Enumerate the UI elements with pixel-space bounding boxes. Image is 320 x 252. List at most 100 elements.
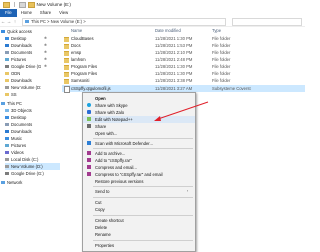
- tab-file[interactable]: File: [0, 9, 17, 17]
- column-header-date[interactable]: Date modified: [155, 28, 181, 33]
- sidebar-item-google-drive[interactable]: Google Drive (G: [5, 63, 41, 70]
- tab-view[interactable]: View: [55, 9, 72, 17]
- zalo-icon: [87, 110, 91, 115]
- up-button[interactable]: ↑: [12, 19, 18, 24]
- sidebar-item-downloads[interactable]: Downloads: [5, 42, 32, 49]
- menu-item-label: Add to "cSSpffy.rar": [95, 157, 132, 163]
- sidebar-item-label: Downloads: [11, 129, 32, 134]
- sidebar-item-label: This PC: [7, 101, 22, 106]
- file-row[interactable]: CloudBases 11/28/2021 1:30 PM File folde…: [62, 35, 305, 42]
- file-type: File folder: [212, 64, 231, 69]
- sidebar-item-desktop-2[interactable]: Desktop: [5, 114, 26, 121]
- file-row[interactable]: Program Files 11/28/2021 1:30 PM File fo…: [62, 63, 305, 70]
- menu-separator: [93, 197, 193, 198]
- sidebar-item-this-pc[interactable]: This PC: [1, 100, 22, 107]
- properties-quick-icon[interactable]: [18, 1, 26, 8]
- file-row[interactable]: lamhsm 11/28/2021 2:48 PM File folder: [62, 56, 305, 63]
- sidebar-item-local-disk-c[interactable]: Local Disk (C:): [5, 156, 38, 163]
- sidebar-item-pictures[interactable]: Pictures: [5, 56, 26, 63]
- menu-item-delete[interactable]: Delete: [83, 224, 195, 231]
- winrar-icon: [87, 151, 91, 156]
- sidebar-item-label: Desktop: [11, 36, 27, 41]
- file-row[interactable]: Program Files 11/28/2021 1:30 PM File fo…: [62, 70, 305, 77]
- sidebar-item-new-volume-d-selected[interactable]: New Volume (D:): [5, 163, 60, 170]
- address-field[interactable]: This PC > New Volume (E:) >: [22, 17, 226, 26]
- file-name: Samsoniti: [71, 78, 90, 83]
- menu-item-create-shortcut[interactable]: Create shortcut: [83, 217, 195, 224]
- file-type: File folder: [212, 57, 231, 62]
- menu-item-add-archive[interactable]: Add to archive...: [83, 150, 195, 157]
- sidebar-item-documents-2[interactable]: Documents: [5, 121, 32, 128]
- tab-home[interactable]: Home: [17, 9, 36, 17]
- folder-icon: [64, 78, 69, 84]
- drive-icon: [5, 171, 9, 176]
- menu-item-label: Share: [95, 123, 107, 129]
- sidebar-item-downloads-2[interactable]: Downloads: [5, 77, 32, 84]
- file-list-header: Name Date modified Type: [62, 28, 305, 34]
- column-header-name[interactable]: Name: [71, 28, 82, 33]
- sidebar-item-ss[interactable]: SS: [5, 91, 17, 98]
- chevron-right-icon: ›: [187, 189, 189, 194]
- menu-item-scan-defender[interactable]: Scan with Microsoft Defender...: [83, 140, 195, 147]
- sidebar-item-3d-objects[interactable]: 3D Objects: [5, 107, 32, 114]
- download-icon: [5, 129, 9, 134]
- sidebar-item-pictures-2[interactable]: Pictures: [5, 142, 26, 149]
- sidebar-item-documents[interactable]: Documents: [5, 49, 32, 56]
- annotation-arrow: [154, 101, 209, 121]
- drive-icon: [5, 85, 9, 90]
- script-file-icon: [64, 86, 70, 93]
- sidebar-item-quick-access[interactable]: Quick access: [1, 28, 32, 35]
- folder-icon: [3, 1, 10, 8]
- menu-item-label: Delete: [95, 224, 108, 230]
- folder-icon: [64, 36, 69, 42]
- menu-item-restore-versions[interactable]: Restore previous versions: [83, 178, 195, 185]
- tab-share[interactable]: Share: [36, 9, 55, 17]
- file-row[interactable]: emsp 11/28/2021 2:10 PM File folder: [62, 49, 305, 56]
- file-row[interactable]: Samsoniti 11/28/2021 3:38 PM File folder: [62, 77, 305, 84]
- sidebar-item-label: Music: [11, 136, 22, 141]
- sidebar-item-odn[interactable]: ODN: [5, 70, 20, 77]
- file-type: File folder: [212, 71, 231, 76]
- file-row[interactable]: Docs 11/28/2021 1:53 PM File folder: [62, 42, 305, 49]
- sidebar-item-network[interactable]: Network: [1, 179, 22, 186]
- sidebar-item-downloads-3[interactable]: Downloads: [5, 128, 32, 135]
- title-bar: New Volume (E:): [0, 0, 305, 9]
- menu-item-label: Scan with Microsoft Defender...: [95, 140, 153, 146]
- sidebar-item-label: Network: [7, 180, 23, 185]
- sidebar-item-label: ODN: [11, 71, 21, 76]
- new-folder-quick-icon[interactable]: [27, 1, 35, 8]
- file-row-selected[interactable]: cSSpffy.qtgulomofil.js 11/28/2021 3:27 A…: [62, 85, 305, 93]
- drive-icon: [5, 64, 9, 69]
- sidebar-item-label: Documents: [11, 122, 33, 127]
- file-date: 11/28/2021 3:27 AM: [155, 86, 193, 91]
- menu-item-label: Share with Skype: [95, 102, 128, 108]
- menu-item-properties[interactable]: Properties: [83, 242, 195, 249]
- sidebar-item-label: Local Disk (C:): [11, 157, 39, 162]
- star-icon: [1, 29, 5, 34]
- file-date: 11/28/2021 2:10 PM: [155, 50, 193, 55]
- menu-item-cut[interactable]: Cut: [83, 199, 195, 206]
- file-date: 11/28/2021 3:38 PM: [155, 78, 193, 83]
- sidebar-item-google-drive-g[interactable]: Google Drive (G:): [5, 170, 44, 177]
- document-icon: [5, 50, 9, 55]
- menu-item-label: Edit with Notepad++: [95, 116, 133, 122]
- menu-item-send-to[interactable]: Send to ›: [83, 188, 195, 195]
- file-date: 11/28/2021 1:30 PM: [155, 64, 193, 69]
- menu-item-copy[interactable]: Copy: [83, 206, 195, 213]
- sidebar-item-videos[interactable]: Videos: [5, 149, 24, 156]
- menu-item-compress-rar-email[interactable]: Compress to "cSSpffy.rar" and email: [83, 171, 195, 178]
- menu-item-compress-email[interactable]: Compress and email...: [83, 164, 195, 171]
- column-header-type[interactable]: Type: [212, 28, 221, 33]
- notepad-icon: [87, 117, 91, 122]
- winrar-icon: [87, 172, 91, 177]
- search-input[interactable]: [232, 17, 302, 26]
- skype-icon: [87, 103, 91, 108]
- file-name: Program Files: [71, 71, 98, 76]
- file-name: CloudBases: [71, 36, 94, 41]
- menu-item-rename[interactable]: Rename: [83, 231, 195, 238]
- menu-item-open-with[interactable]: Open with...: [83, 130, 195, 137]
- sidebar-item-new-volume-d[interactable]: New Volume (D:: [5, 84, 41, 91]
- menu-item-add-rar[interactable]: Add to "cSSpffy.rar": [83, 157, 195, 164]
- sidebar-item-music[interactable]: Music: [5, 135, 22, 142]
- sidebar-item-desktop[interactable]: Desktop: [5, 35, 26, 42]
